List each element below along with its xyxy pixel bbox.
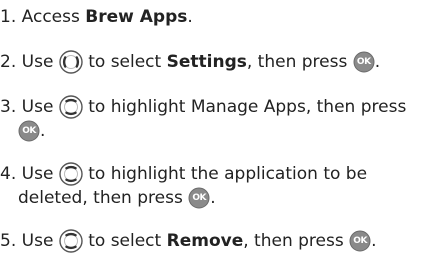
step-text: Use [21,52,54,72]
step-text: to select [88,231,167,251]
ok-key-icon: OK [18,120,40,142]
step-number: 4. [0,164,17,184]
step-bold-term: Brew Apps [85,7,188,27]
step-3: 3. Use to highlight Manage Apps, then pr… [0,95,406,119]
step-text: Access [21,7,86,27]
step-4: 4. Use to highlight the application to b… [0,162,367,186]
step-number: 3. [0,97,17,117]
step-text: . [210,188,216,208]
step-text: deleted, then press [18,188,183,208]
ok-key-label: OK [356,57,371,67]
step-text: Use [21,97,54,117]
step-text: . [187,7,193,27]
step-2: 2. Use to select Settings, then press OK… [0,50,380,74]
step-text: to highlight the application to be [88,164,368,184]
step-number: 2. [0,52,17,72]
ud-nav-key-icon [59,229,83,253]
ok-key-icon: OK [188,187,210,209]
ok-key-icon: OK [349,230,371,252]
step-3-continuation: OK . [18,120,45,142]
lr-nav-key-icon [59,50,83,74]
step-4-continuation: deleted, then press OK . [18,187,216,209]
step-bold-term: Settings [166,52,247,72]
ok-key-label: OK [353,236,367,246]
step-number: 1. [0,7,17,27]
step-text: . [40,121,46,141]
step-text: to highlight Manage Apps, then press [88,97,407,117]
step-text: Use [21,231,54,251]
step-text: . [371,231,377,251]
ud-nav-key-icon [59,95,83,119]
step-text: , then press [246,52,348,72]
step-number: 5. [0,231,17,251]
step-text: , then press [243,231,344,251]
step-bold-term: Remove [166,231,244,251]
ok-key-label: OK [192,193,207,203]
step-text: to select [88,52,167,72]
step-text: . [374,52,381,72]
ok-key-label: OK [22,126,36,136]
ok-key-icon: OK [353,51,375,73]
step-1: 1. Access Brew Apps. [0,6,193,28]
step-text: Use [21,164,54,184]
step-5: 5. Use to select Remove, then press OK . [0,229,377,253]
ud-nav-key-icon [59,162,83,186]
